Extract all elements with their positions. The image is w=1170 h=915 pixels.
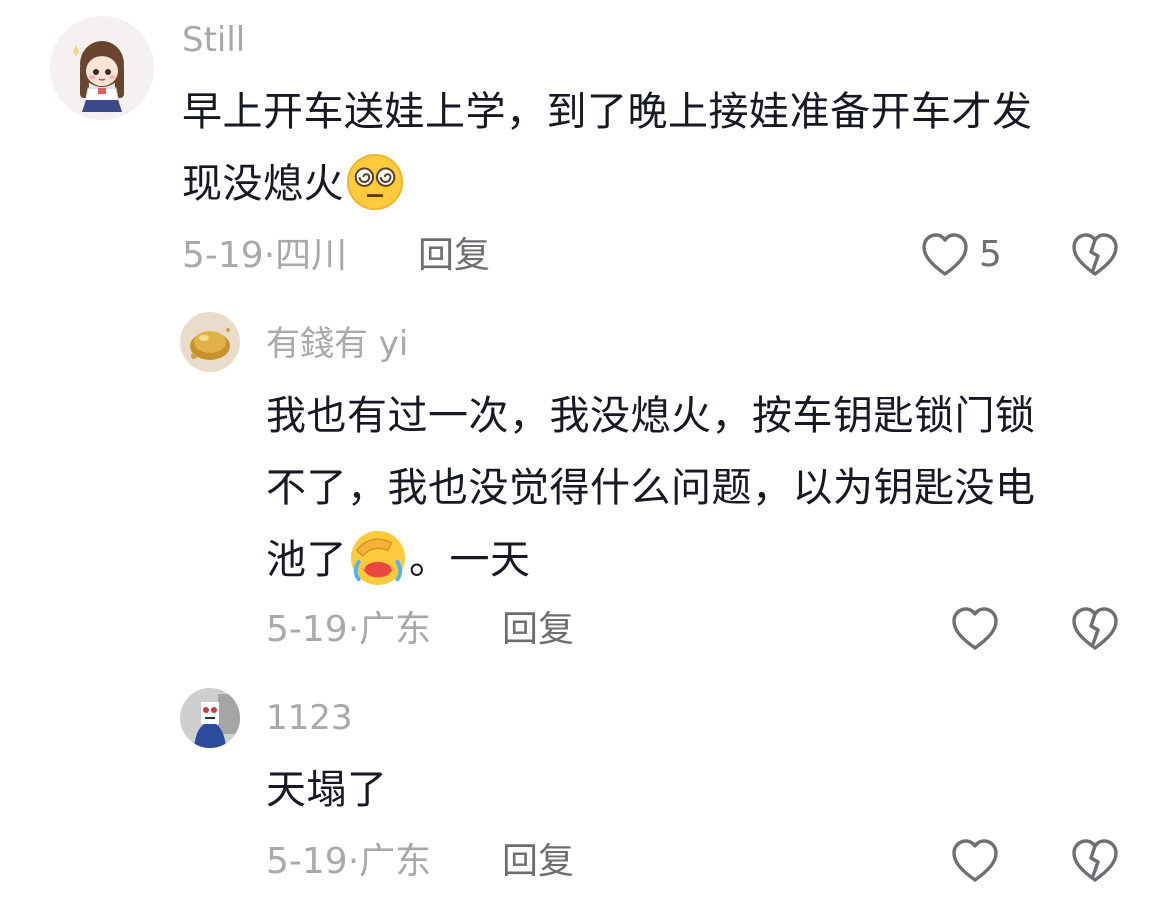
like-button[interactable]: 5 — [921, 232, 1002, 278]
broken-heart-icon — [1071, 232, 1119, 278]
comment-meta: 5-19·广东 — [266, 608, 431, 652]
reply-comment-item: 有錢有 yi 我也有过一次，我没熄火，按车钥匙锁门锁 不了，我也没觉得什么问题，… — [0, 300, 1170, 680]
comment-text-line: 早上开车送娃上学，到了晚上接娃准备开车才发 — [182, 89, 1033, 135]
comment-username[interactable]: Still — [182, 20, 245, 60]
meta-separator: · — [347, 841, 360, 882]
comment-item: Still 早上开车送娃上学，到了晚上接娃准备开车才发 现没熄火 5-19·四川… — [0, 0, 1170, 300]
broken-heart-icon — [1071, 606, 1119, 652]
avatar[interactable] — [180, 688, 240, 748]
comment-text-line: 不了，我也没觉得什么问题，以为钥匙没电 — [266, 465, 1036, 511]
reply-button[interactable]: 回复 — [502, 840, 574, 884]
avatar[interactable] — [50, 16, 154, 120]
dislike-button[interactable] — [1071, 232, 1119, 278]
heart-outline-icon — [951, 606, 999, 652]
comment-text-line: 天塌了 — [266, 767, 388, 813]
reply-button[interactable]: 回复 — [502, 608, 574, 652]
comment-text: 天塌了 — [266, 754, 388, 826]
comment-text-line-with-emoji: 现没熄火 — [182, 148, 1033, 220]
comment-location: 广东 — [359, 609, 432, 650]
comment-text: 早上开车送娃上学，到了晚上接娃准备开车才发 现没熄火 — [182, 76, 1033, 220]
comment-text-line-with-emoji: 池了 。一天 — [266, 524, 1036, 596]
heart-outline-icon — [951, 838, 999, 884]
reply-button[interactable]: 回复 — [418, 234, 490, 278]
comment-meta: 5-19·广东 — [266, 840, 431, 884]
comment-date: 5-19 — [266, 841, 348, 882]
broken-heart-icon — [1071, 838, 1119, 884]
meta-separator: · — [263, 235, 276, 276]
comment-location: 四川 — [275, 235, 348, 276]
meta-separator: · — [347, 609, 360, 650]
like-button[interactable] — [951, 606, 999, 652]
comment-meta: 5-19·四川 — [182, 234, 347, 278]
comment-date: 5-19 — [266, 609, 348, 650]
comment-text-fragment: 现没熄火 — [182, 161, 344, 207]
comment-text-fragment: 池了 — [266, 537, 347, 583]
like-button[interactable] — [951, 838, 999, 884]
dizzy-eyes-emoji-icon — [346, 153, 404, 211]
comment-text: 我也有过一次，我没熄火，按车钥匙锁门锁 不了，我也没觉得什么问题，以为钥匙没电 … — [266, 380, 1036, 596]
heart-outline-icon — [921, 232, 969, 278]
comment-location: 广东 — [359, 841, 432, 882]
comment-date: 5-19 — [182, 235, 264, 276]
dislike-button[interactable] — [1071, 606, 1119, 652]
comment-text-line: 我也有过一次，我没熄火，按车钥匙锁门锁 — [266, 393, 1036, 439]
face-palm-crying-emoji-icon — [349, 529, 407, 587]
dislike-button[interactable] — [1071, 838, 1119, 884]
comment-username[interactable]: 1123 — [266, 698, 353, 738]
comment-username[interactable]: 有錢有 yi — [266, 324, 408, 364]
like-count: 5 — [979, 234, 1002, 275]
reply-comment-item: 1123 天塌了 5-19·广东 回复 — [0, 680, 1170, 915]
comment-text-fragment: 。一天 — [409, 537, 531, 583]
avatar[interactable] — [180, 312, 240, 372]
